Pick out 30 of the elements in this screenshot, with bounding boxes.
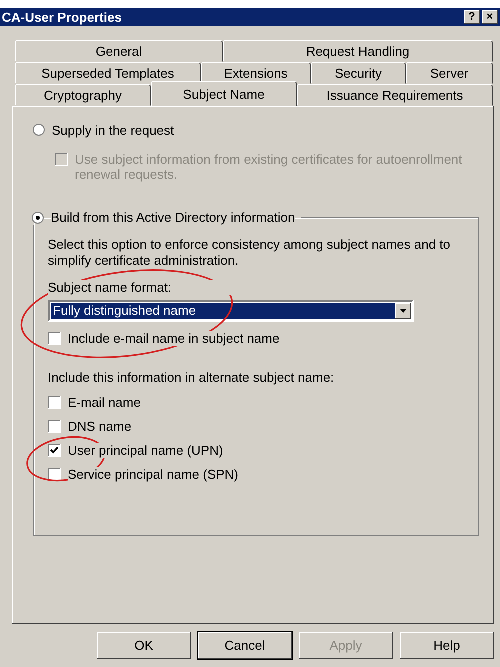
help-button[interactable]: ? [464,10,480,24]
checkbox-label: E-mail name [68,395,141,410]
tab[interactable]: Cryptography [15,84,151,106]
format-dropdown[interactable]: Fully distinguished name [48,300,414,322]
radio-label: Build from this Active Directory information [51,210,296,225]
dialog-button[interactable]: OK [97,632,191,659]
tab[interactable]: Security [311,62,406,84]
checkbox[interactable] [48,420,61,433]
checkbox-label: User principal name (UPN) [68,443,224,458]
checkbox[interactable] [48,444,61,457]
checkbox[interactable] [48,332,61,345]
description-text: Select this option to enforce consistency among subject names and to simplify certificate administration. [48,237,452,269]
tab[interactable]: Request Handling [223,40,493,62]
radio-label: Supply in the request [52,123,174,138]
checkbox-label: Service principal name (SPN) [68,467,239,482]
tab[interactable]: Server [406,62,493,84]
tab[interactable]: General [15,40,223,62]
tab[interactable]: Subject Name [151,81,297,106]
checkbox-label: Include e-mail name in subject name [68,331,280,346]
checkbox-label: DNS name [68,419,132,434]
dialog-button[interactable]: Cancel [198,632,292,659]
checkbox[interactable] [48,468,61,481]
dialog-button[interactable]: Help [400,632,494,659]
tab[interactable]: Superseded Templates [15,62,201,84]
radio-button[interactable] [32,212,44,224]
tab[interactable]: Issuance Requirements [297,84,493,106]
window-title: CA-User Properties [2,10,122,24]
close-button[interactable]: × [482,10,498,24]
checkbox[interactable] [48,396,61,409]
radio-button[interactable] [33,124,45,136]
